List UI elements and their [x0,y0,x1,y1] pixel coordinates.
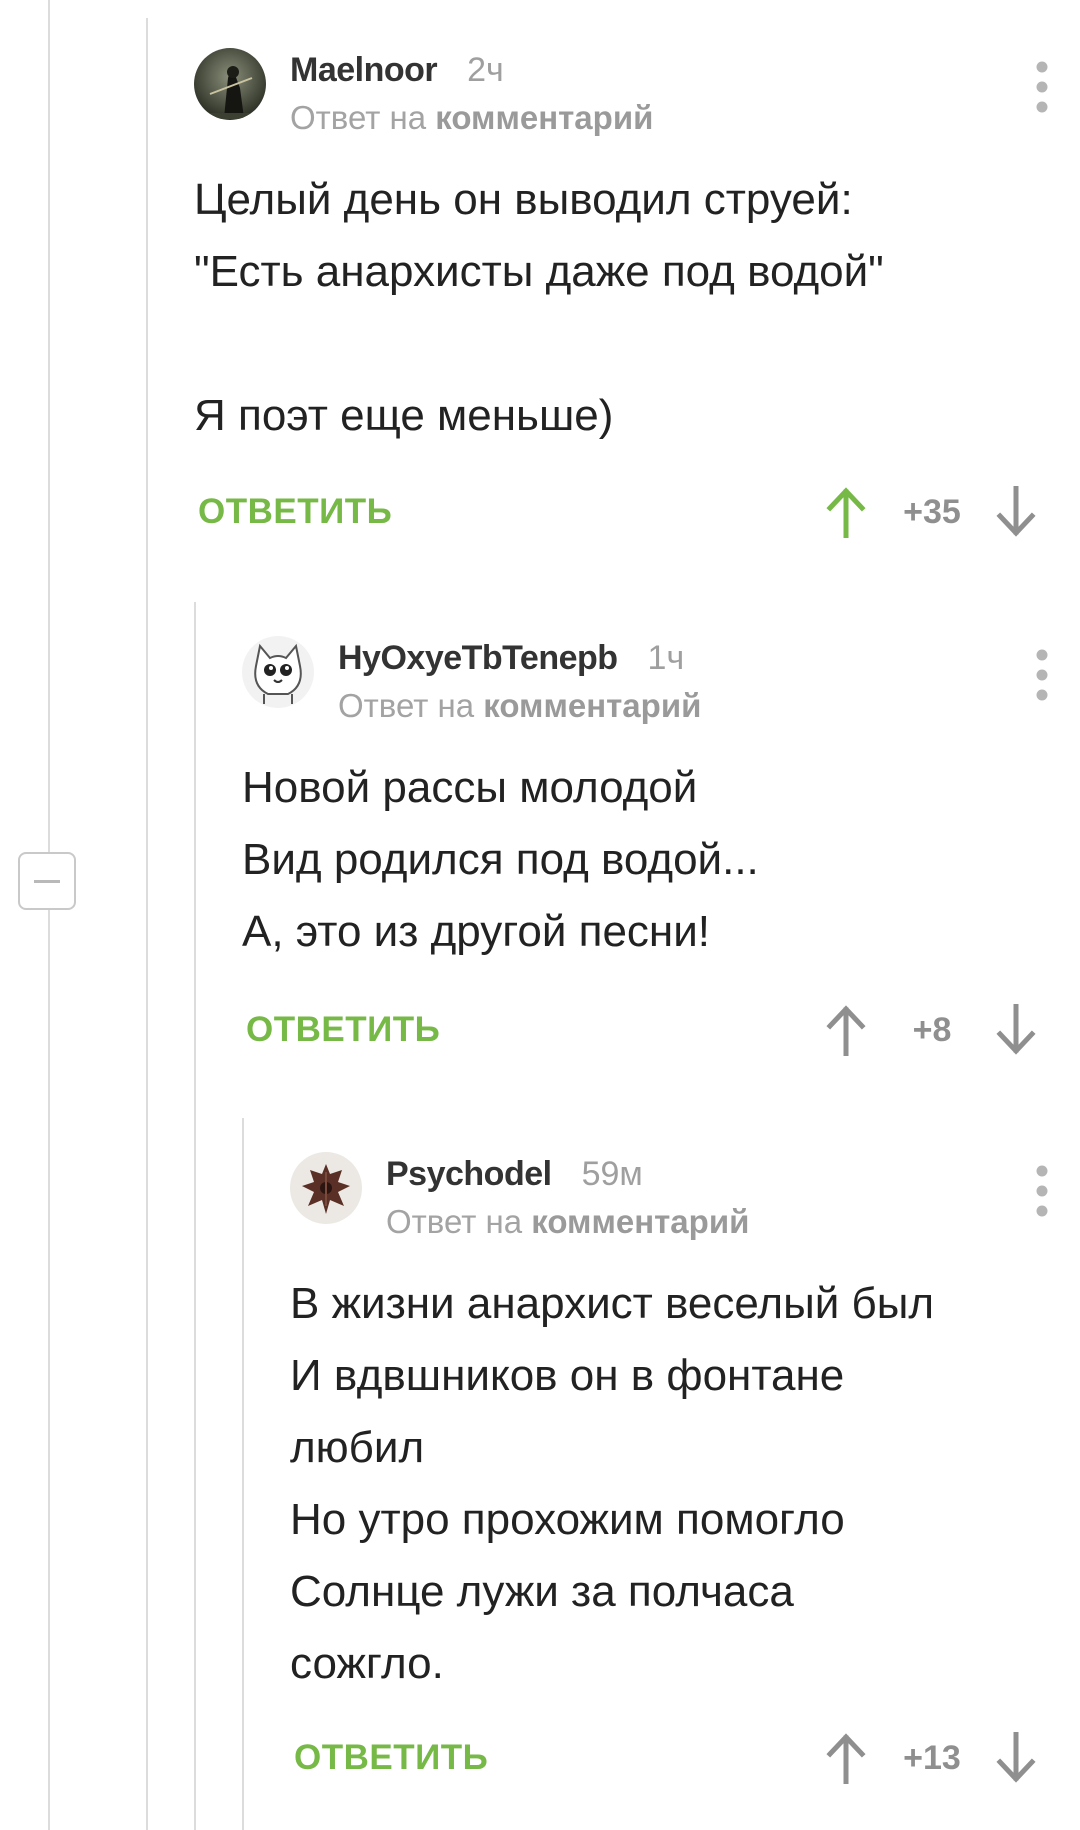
reply-to-line: Ответ на комментарий [290,96,653,140]
reply-prefix: Ответ на [386,1203,523,1240]
comment-actions: ОТВЕТИТЬ +8 [246,1000,1038,1060]
reply-to-line: Ответ на комментарий [386,1200,749,1244]
reply-button[interactable]: ОТВЕТИТЬ [198,482,392,542]
arrow-up-icon[interactable] [824,1732,868,1785]
vote-score: +35 [903,493,961,531]
more-vertical-icon[interactable] [1022,1162,1062,1220]
reply-button[interactable]: ОТВЕТИТЬ [246,1000,440,1060]
avatar[interactable] [242,636,314,708]
author-name[interactable]: HyOxyeTbTenepb [338,639,618,677]
comment-time: 2ч [467,51,504,89]
thread-line-level-3 [242,1118,244,1830]
arrow-down-icon[interactable] [994,1731,1038,1784]
author-name[interactable]: Maelnoor [290,51,438,89]
comment-card: Psychodel 59м Ответ на комментарий В жизн… [290,1152,1080,1792]
comment-meta: HyOxyeTbTenepb 1ч [338,636,684,680]
collapse-thread-button[interactable] [18,852,76,910]
comment-meta: Psychodel 59м [386,1152,643,1196]
comment-actions: ОТВЕТИТЬ +35 [198,482,1038,542]
comment-card: Maelnoor 2ч Ответ на комментарий Целый де… [194,48,1080,548]
comment-meta: Maelnoor 2ч [290,48,504,92]
avatar[interactable] [290,1152,362,1224]
thread-line-level-1 [146,18,148,1830]
arrow-up-icon[interactable] [824,1004,868,1057]
comment-time: 59м [581,1155,643,1193]
comment-body: Целый день он выводил струей: "Есть анар… [194,175,884,440]
reply-target-link[interactable]: комментарий [531,1203,749,1240]
comment-body: В жизни анархист веселый был И вдвшников… [290,1279,934,1688]
more-vertical-icon[interactable] [1022,646,1062,704]
vote-score: +8 [912,1011,952,1049]
more-vertical-icon[interactable] [1022,58,1062,116]
comment-actions: ОТВЕТИТЬ +13 [294,1728,1038,1788]
comment-card: HyOxyeTbTenepb 1ч Ответ на комментарий Но… [242,636,1080,1076]
reply-target-link[interactable]: комментарий [435,99,653,136]
reply-button[interactable]: ОТВЕТИТЬ [294,1728,488,1788]
vote-score: +13 [903,1739,961,1777]
thread-line-root [48,0,50,1830]
author-name[interactable]: Psychodel [386,1155,552,1193]
arrow-down-icon[interactable] [994,1003,1038,1056]
arrow-down-icon[interactable] [994,485,1038,538]
reply-to-line: Ответ на комментарий [338,684,701,728]
comment-time: 1ч [647,639,685,677]
avatar[interactable] [194,48,266,120]
arrow-up-icon[interactable] [824,486,868,539]
reply-target-link[interactable]: комментарий [483,687,701,724]
comment-body: Новой рассы молодой Вид родился под водо… [242,763,759,956]
thread-line-level-2 [194,602,196,1830]
reply-prefix: Ответ на [338,687,475,724]
reply-prefix: Ответ на [290,99,427,136]
